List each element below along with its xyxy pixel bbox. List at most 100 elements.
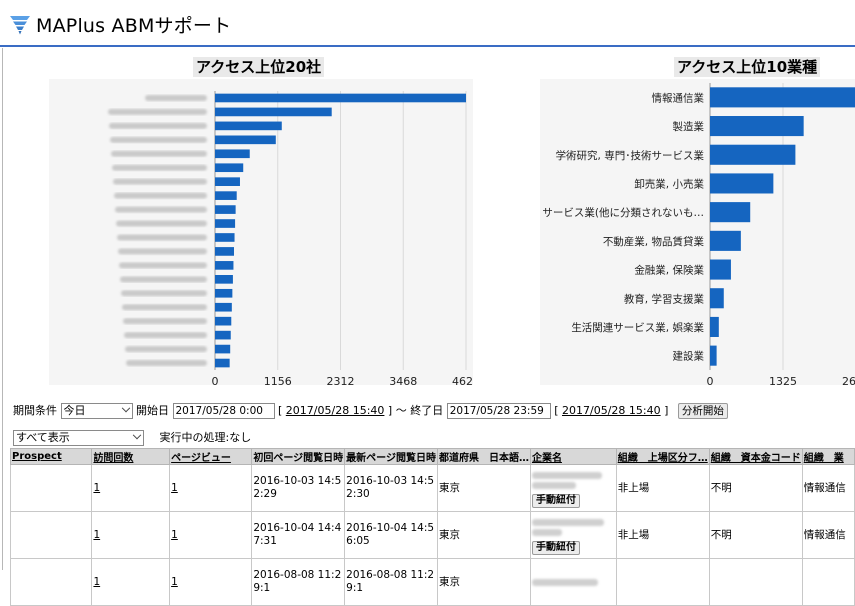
x-tick-label: 3468 xyxy=(389,375,417,385)
app-header: MAPlus ABMサポート xyxy=(0,0,855,47)
category-label-redacted xyxy=(145,94,207,101)
company-name-redacted xyxy=(531,578,598,586)
table-header-row: Prospect 訪問回数 ページビュー 初回ページ閲覧日時 最新ページ閲覧日時… xyxy=(9,448,855,465)
analyze-button[interactable]: 分析開始 xyxy=(677,403,728,419)
category-label-redacted xyxy=(113,178,207,185)
visits-link[interactable]: 1 xyxy=(93,529,100,541)
end-date-link[interactable]: 2017/05/28 15:40 xyxy=(562,404,661,417)
end-bracket-open: [ xyxy=(554,404,559,417)
display-row: すべて表示 実行中の処理:なし xyxy=(13,429,251,446)
bar xyxy=(215,233,235,242)
col-pageviews[interactable]: ページビュー xyxy=(169,448,253,465)
display-select[interactable]: すべて表示 xyxy=(13,430,144,446)
bar xyxy=(215,219,236,228)
category-label-redacted xyxy=(112,164,207,171)
col-visits-label: 訪問回数 xyxy=(93,453,134,464)
col-prefecture-label: 都道府県 日本語… xyxy=(438,453,529,464)
cell-visits[interactable]: 1 xyxy=(91,464,171,512)
cell-pageviews[interactable]: 1 xyxy=(169,511,253,559)
cell-company: 手動紐付 xyxy=(529,511,617,559)
category-label: 卸売業, 小売業 xyxy=(634,177,704,190)
company-name-redacted xyxy=(531,528,562,536)
cell-first-view: 2016-10-04 14:47:31 xyxy=(251,511,346,559)
start-date-link[interactable]: 2017/05/28 15:40 xyxy=(286,404,385,417)
start-date-input[interactable]: 2017/05/28 0:00 xyxy=(172,403,275,419)
company-name-redacted xyxy=(531,518,604,526)
bar xyxy=(215,177,240,186)
col-pageviews-label: ページビュー xyxy=(171,453,231,464)
cell-prospect xyxy=(9,464,93,512)
col-last-view[interactable]: 最新ページ閲覧日時 xyxy=(344,448,438,465)
category-label: 生活関連サービス業, 娯楽業 xyxy=(571,321,704,334)
bar xyxy=(710,173,774,194)
visits-link[interactable]: 1 xyxy=(93,576,100,588)
cell-listing: 非上場 xyxy=(615,511,710,559)
cell-visits[interactable]: 1 xyxy=(91,511,171,559)
pageviews-link[interactable]: 1 xyxy=(171,576,178,588)
x-tick-label: 0 xyxy=(212,375,219,385)
start-bracket-open: [ xyxy=(278,404,283,417)
bar xyxy=(215,302,232,312)
col-prospect-label: Prospect xyxy=(12,451,62,462)
category-label-redacted xyxy=(124,332,207,339)
visits-link[interactable]: 1 xyxy=(93,482,100,494)
col-industry-label: 組織 業 xyxy=(803,453,844,464)
manual-assign-button[interactable]: 手動紐付 xyxy=(531,540,580,555)
cell-prefecture: 東京 xyxy=(436,464,531,512)
bar xyxy=(710,259,731,280)
pageviews-link[interactable]: 1 xyxy=(171,482,178,494)
col-first-view[interactable]: 初回ページ閲覧日時 xyxy=(251,448,346,465)
bar xyxy=(215,344,231,354)
category-label-redacted xyxy=(115,206,207,213)
cell-capital xyxy=(708,558,803,606)
col-company[interactable]: 企業名 xyxy=(529,448,617,465)
cell-visits[interactable]: 1 xyxy=(91,558,171,606)
cell-prefecture: 東京 xyxy=(436,511,531,559)
col-capital[interactable]: 組織 資本金コード xyxy=(708,448,803,465)
company-name-redacted xyxy=(531,481,576,489)
cell-company xyxy=(529,558,617,606)
col-first-view-label: 初回ページ閲覧日時 xyxy=(253,453,344,464)
cell-company: 手動紐付 xyxy=(529,464,617,512)
end-date-input[interactable]: 2017/05/28 23:59 xyxy=(446,403,551,419)
col-industry[interactable]: 組織 業 xyxy=(801,448,855,465)
display-select-value: すべて表示 xyxy=(16,431,70,444)
cell-capital: 不明 xyxy=(708,464,803,512)
col-prefecture[interactable]: 都道府県 日本語… xyxy=(436,448,531,465)
bar xyxy=(215,330,231,340)
table-row: 1 1 2016-10-04 14:47:31 2016-10-04 14:56… xyxy=(9,511,855,559)
category-label: 製造業 xyxy=(673,120,705,133)
category-label-redacted xyxy=(118,248,207,255)
bar xyxy=(710,316,719,337)
table-row: 1 1 2016-08-08 11:29:1 2016-08-08 11:29:… xyxy=(9,558,855,606)
col-visits[interactable]: 訪問回数 xyxy=(91,448,171,465)
chart-top-industries: 0 1325 2650 情報通信業製造業学術研究, 専門･技術サービス業卸売業, 小売… xyxy=(540,79,855,385)
category-label: 建設業 xyxy=(673,350,705,363)
chart-top-industries-svg: 0 1325 2650 情報通信業製造業学術研究, 専門･技術サービス業卸売業, 小売… xyxy=(542,83,855,385)
period-select[interactable]: 今日 xyxy=(60,403,133,419)
bar xyxy=(215,163,244,173)
manual-assign-button[interactable]: 手動紐付 xyxy=(531,493,580,508)
prospect-table: Prospect 訪問回数 ページビュー 初回ページ閲覧日時 最新ページ閲覧日時… xyxy=(9,448,855,606)
cell-pageviews[interactable]: 1 xyxy=(169,464,253,512)
bar xyxy=(215,121,282,131)
tornado-logo-icon xyxy=(10,16,30,35)
col-prospect[interactable]: Prospect xyxy=(9,448,93,465)
app-title: MAPlus ABMサポート xyxy=(36,15,232,37)
chart-top-companies-svg: 0 1156 2312 3468 4624 xyxy=(108,91,473,385)
category-label-redacted xyxy=(126,360,207,367)
category-label-redacted xyxy=(123,318,207,325)
bar xyxy=(710,116,804,137)
cell-pageviews[interactable]: 1 xyxy=(169,558,253,606)
cell-last-view: 2016-08-08 11:29:1 xyxy=(344,558,438,606)
table-row: 1 1 2016-10-03 14:52:29 2016-10-03 14:52… xyxy=(9,464,855,512)
col-listing[interactable]: 組織 上場区分フ… xyxy=(615,448,710,465)
period-select-value: 今日 xyxy=(63,404,86,417)
x-tick-label: 1156 xyxy=(264,375,292,385)
cell-industry: 情報通信 xyxy=(801,464,855,512)
pageviews-link[interactable]: 1 xyxy=(171,529,178,541)
chevron-down-icon xyxy=(121,403,130,413)
range-separator: ～ xyxy=(395,404,407,417)
cell-prospect xyxy=(9,511,93,559)
bar xyxy=(710,345,717,366)
